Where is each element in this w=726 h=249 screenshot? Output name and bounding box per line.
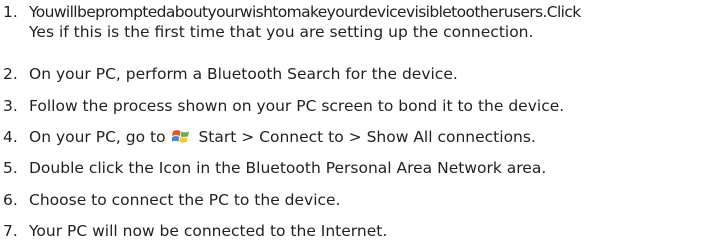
step-number: 6. <box>3 191 18 209</box>
step-number: 1. <box>3 3 18 21</box>
step-text-line-2: Yes if this is the first time that you a… <box>29 23 534 41</box>
step-number: 3. <box>3 97 18 115</box>
instruction-document: 1. Youwillbepromptedaboutyourwishtomakey… <box>0 0 726 249</box>
step-text-before-icon: On your PC, go to <box>29 128 166 146</box>
step-number: 5. <box>3 159 18 177</box>
step-text: On your PC, perform a Bluetooth Search f… <box>29 65 458 83</box>
windows-start-icon <box>171 128 191 145</box>
step-number: 4. <box>3 128 18 146</box>
step-number: 7. <box>3 222 18 240</box>
step-text: On your PC, go to Start > Connect to > S… <box>29 127 536 147</box>
step-text-line-1: Youwillbepromptedaboutyourwishtomakeyour… <box>29 3 581 21</box>
step-text: Choose to connect the PC to the device. <box>29 191 341 209</box>
step-number: 2. <box>3 65 18 83</box>
step-text: Youwillbepromptedaboutyourwishtomakeyour… <box>29 2 581 42</box>
step-text: Follow the process shown on your PC scre… <box>29 97 565 115</box>
step-text: Your PC will now be connected to the Int… <box>29 222 388 240</box>
step-text-after-icon: Start > Connect to > Show All connection… <box>198 128 536 146</box>
step-text: Double click the Icon in the Bluetooth P… <box>29 159 547 177</box>
